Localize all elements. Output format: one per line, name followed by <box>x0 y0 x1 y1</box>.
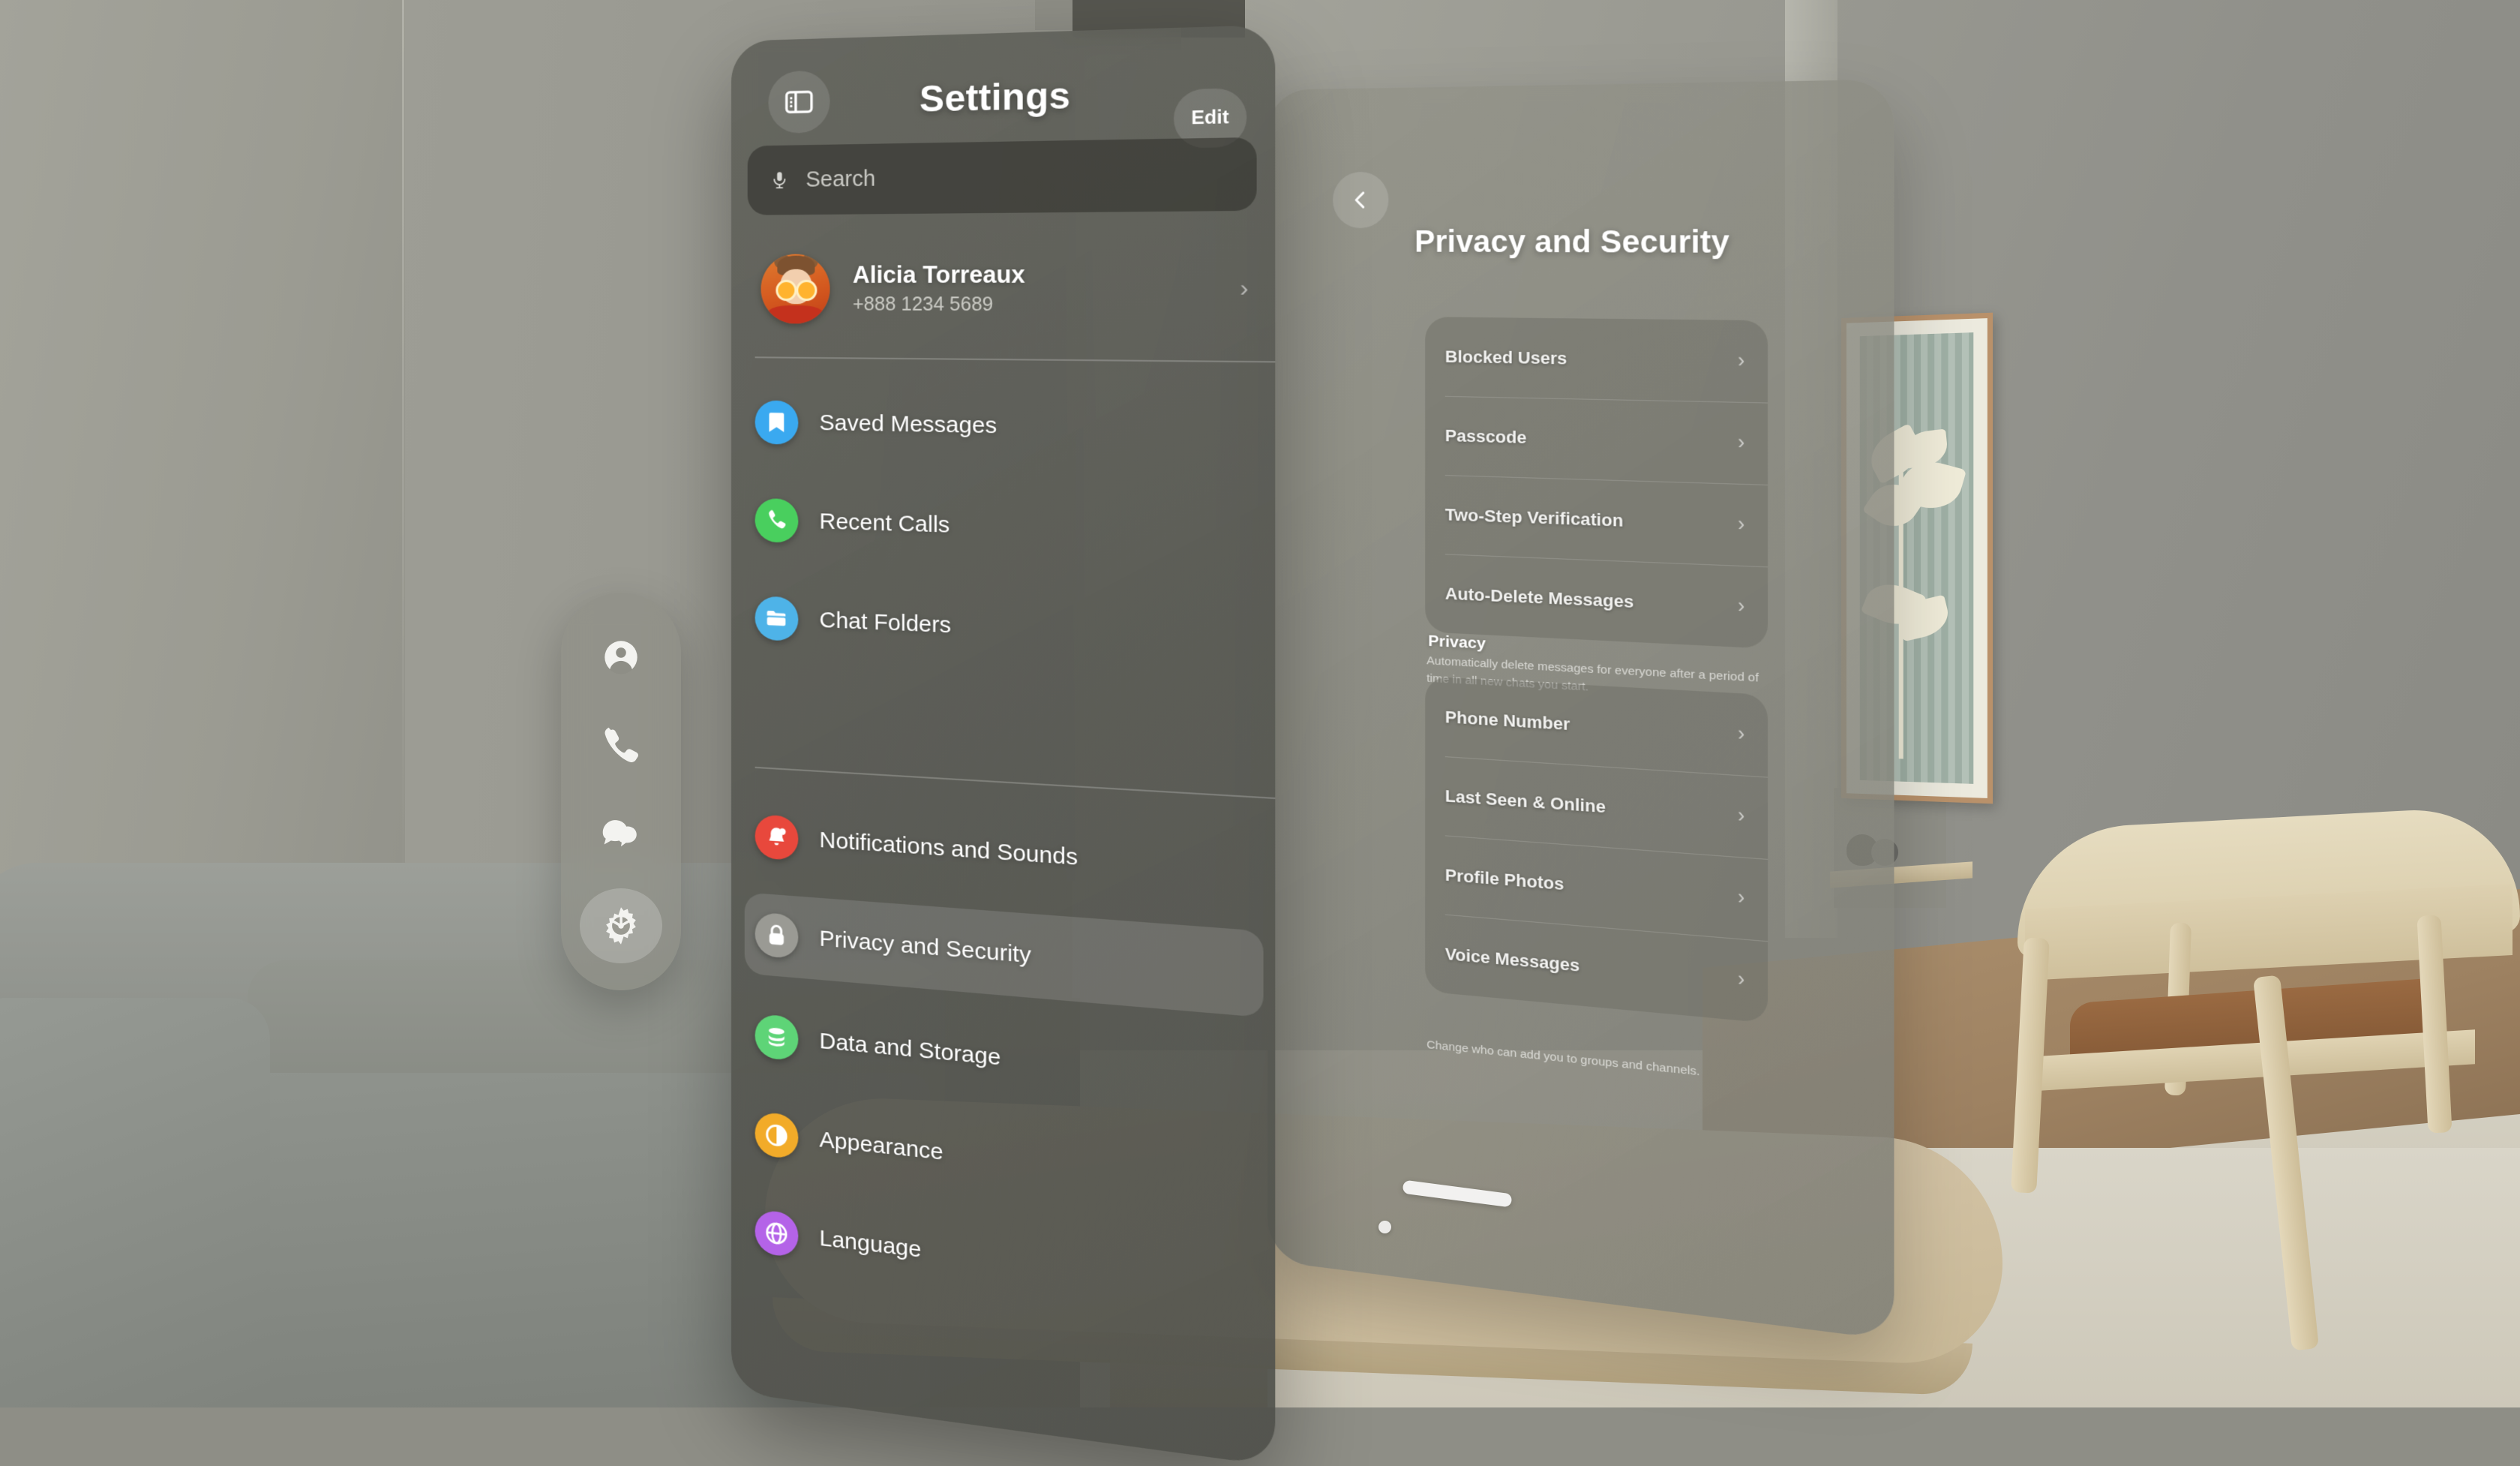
chevron-right-icon: › <box>1738 515 1744 535</box>
row-label: Voice Messages <box>1445 944 1738 990</box>
chat-bubbles-icon <box>600 816 642 858</box>
row-label: Phone Number <box>1445 707 1738 744</box>
sidebar-item-label: Saved Messages <box>819 410 997 440</box>
sidebar-item-label: Recent Calls <box>819 509 950 539</box>
chevron-right-icon: › <box>1738 806 1744 826</box>
bookmark-icon-badge <box>755 400 799 444</box>
row-passcode[interactable]: Passcode › <box>1425 395 1768 485</box>
sidebar-item-privacy-and-security[interactable]: Privacy and Security <box>745 892 1264 1017</box>
privacy-footnote: Change who can add you to groups and cha… <box>1426 1036 1786 1090</box>
tab-contacts[interactable] <box>580 620 662 695</box>
tab-calls[interactable] <box>580 709 662 784</box>
row-two-step-verification[interactable]: Two-Step Verification › <box>1425 474 1768 566</box>
wall-seam <box>402 0 404 998</box>
globe-icon <box>764 1219 790 1248</box>
profile-phone: +888 1234 5689 <box>853 293 1215 317</box>
lock-icon-badge <box>755 912 799 959</box>
chevron-right-icon: › <box>1738 351 1744 371</box>
contrast-circle-icon <box>764 1121 790 1149</box>
contacts-person-icon <box>600 636 642 678</box>
back-button[interactable] <box>1333 172 1388 228</box>
database-icon-badge <box>755 1014 799 1062</box>
security-card: Blocked Users › Passcode › Two-Step Veri… <box>1425 317 1768 648</box>
globe-icon-badge <box>755 1209 799 1258</box>
tab-settings[interactable] <box>580 888 662 963</box>
bookmark-icon <box>764 410 790 436</box>
chevron-right-icon: › <box>1738 433 1744 453</box>
sidebar-item-notifications-and-sounds[interactable]: Notifications and Sounds <box>745 795 1264 914</box>
divider <box>755 356 1276 362</box>
row-blocked-users[interactable]: Blocked Users › <box>1425 317 1768 402</box>
sofa-armrest <box>0 998 270 1407</box>
sidebar-item-label: Privacy and Security <box>819 926 1030 969</box>
gear-icon <box>600 905 642 947</box>
database-icon <box>764 1023 790 1051</box>
sidebar-item-label: Chat Folders <box>819 608 951 639</box>
window-close-dot[interactable] <box>1378 1221 1391 1233</box>
phone-icon-badge <box>755 498 799 543</box>
search-placeholder: Search <box>806 167 875 193</box>
chevron-right-icon: › <box>1738 596 1744 617</box>
row-label: Two-Step Verification <box>1445 504 1738 535</box>
detail-panel-title: Privacy and Security <box>1268 225 1894 261</box>
profile-row[interactable]: Alicia Torreaux +888 1234 5689 › <box>752 229 1258 349</box>
chevron-right-icon: › <box>1738 724 1744 744</box>
settings-panel: Settings Edit Search Alicia Torreaux +88… <box>731 25 1275 1466</box>
row-label: Last Seen & Online <box>1445 786 1738 826</box>
bell-icon <box>764 824 790 851</box>
lock-icon <box>764 921 790 949</box>
sidebar-item-saved-messages[interactable]: Saved Messages <box>745 381 1264 473</box>
folder-icon <box>764 605 790 632</box>
chevron-right-icon: › <box>1240 275 1248 302</box>
row-label: Profile Photos <box>1445 865 1738 909</box>
row-label: Auto-Delete Messages <box>1445 584 1738 617</box>
contrast-icon-badge <box>755 1111 799 1159</box>
sidebar-item-label: Notifications and Sounds <box>819 828 1078 871</box>
privacy-section-header: Privacy <box>1428 632 1486 653</box>
sidebar-item-label: Appearance <box>819 1127 943 1166</box>
row-label: Passcode <box>1445 425 1738 453</box>
floating-tab-bar <box>561 593 681 990</box>
divider <box>755 767 1276 799</box>
privacy-card: Phone Number › Last Seen & Online › Prof… <box>1425 676 1768 1023</box>
microphone-icon <box>770 167 789 194</box>
row-label: Blocked Users <box>1445 347 1738 371</box>
avatar <box>761 254 830 323</box>
phone-handset-icon <box>764 507 790 533</box>
tab-chats[interactable] <box>580 799 662 874</box>
bell-icon-badge <box>755 814 799 861</box>
sidebar-item-recent-calls[interactable]: Recent Calls <box>745 479 1264 578</box>
phone-handset-icon <box>600 725 642 768</box>
profile-name: Alicia Torreaux <box>853 261 1215 289</box>
sidebar-item-label: Data and Storage <box>819 1029 1000 1071</box>
chevron-right-icon: › <box>1738 969 1744 990</box>
wall-left <box>0 0 405 998</box>
chevron-left-icon <box>1350 189 1371 210</box>
search-input[interactable]: Search <box>748 137 1257 215</box>
chevron-right-icon: › <box>1738 888 1744 908</box>
sidebar-item-label: Language <box>819 1226 921 1263</box>
folder-icon-badge <box>755 596 799 641</box>
sidebar-item-chat-folders[interactable]: Chat Folders <box>745 577 1264 682</box>
privacy-and-security-panel: Privacy and Security Blocked Users › Pas… <box>1268 80 1894 1341</box>
